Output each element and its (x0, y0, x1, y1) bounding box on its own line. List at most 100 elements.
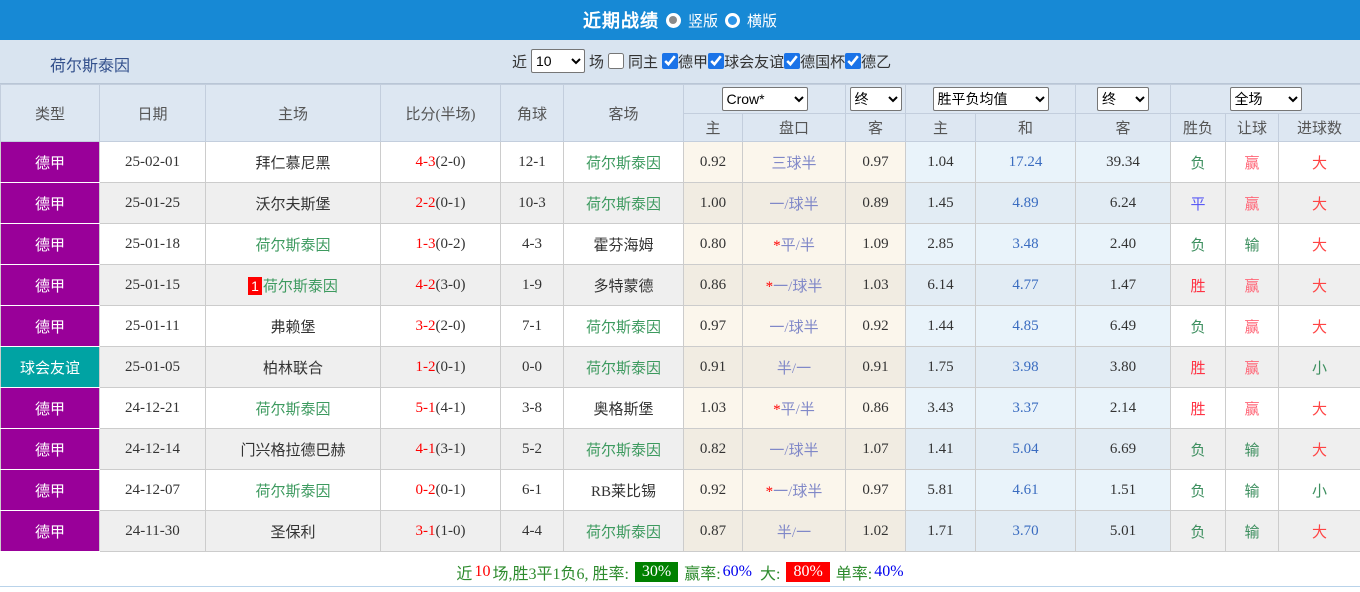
cell-date: 24-11-30 (99, 510, 206, 552)
cell-home-odds: 0.92 (683, 469, 743, 511)
handicap-value: 一/球半 (769, 319, 819, 336)
cell-avg-home: 6.14 (905, 264, 976, 306)
handicap-value: 半/一 (776, 524, 812, 541)
cell-score: 3-1(1-0) (380, 510, 501, 552)
cell-result: 胜 (1170, 264, 1226, 306)
half-time-score: (1-0) (435, 522, 466, 539)
cell-away-odds: 0.89 (845, 182, 906, 224)
cell-avg-home: 1.04 (905, 141, 976, 183)
away-team-name: 奥格斯堡 (593, 401, 654, 418)
cell-avg-draw: 17.24 (975, 141, 1076, 183)
cell-handicap-result: 输 (1225, 469, 1279, 511)
league-filter-group: 德甲 球会友谊 德国杯 德乙 (662, 51, 891, 72)
league-checkbox-1[interactable] (708, 53, 725, 69)
cell-goals-result: 大 (1277, 387, 1360, 429)
cell-avg-draw: 4.85 (975, 305, 1076, 347)
cell-handicap-result: 赢 (1225, 182, 1279, 224)
company-state-cell: 终 (845, 84, 906, 114)
full-time-score: 4-3 (415, 153, 436, 170)
title-bar: 近期战绩 竖版 横版 (0, 0, 1360, 40)
cell-home-odds: 0.86 (683, 264, 743, 306)
cell-away-odds: 1.02 (845, 510, 906, 552)
cell-handicap-result: 赢 (1225, 305, 1279, 347)
cell-league-type: 德甲 (0, 387, 100, 429)
table-row: 德甲 24-12-07 荷尔斯泰因 0-2(0-1) 6-1 RB莱比锡 0.92 *一/球半… (0, 469, 1360, 511)
win-rate-badge: 30% (634, 562, 679, 582)
header-away: 客场 (563, 84, 684, 142)
subheader-handicap: 盘口 (742, 113, 846, 142)
subheader-odds-home: 主 (683, 113, 743, 142)
cell-score: 0-2(0-1) (380, 469, 501, 511)
cell-handicap: 半/一 (742, 346, 846, 388)
cell-handicap: 一/球半 (742, 428, 846, 470)
cell-avg-draw: 4.77 (975, 264, 1076, 306)
full-time-score: 3-2 (415, 317, 436, 334)
same-home-checkbox[interactable] (608, 53, 625, 69)
subheader-goals: 进球数 (1277, 113, 1360, 142)
handicap-star: * (773, 237, 781, 254)
home-team-name: 门兴格拉德巴赫 (240, 442, 346, 459)
avg-type-select[interactable]: 胜平负均值 (932, 87, 1049, 111)
header-date: 日期 (99, 84, 206, 142)
cell-handicap: *平/半 (742, 223, 846, 265)
league-checkbox-3[interactable] (845, 53, 862, 69)
cell-avg-home: 1.45 (905, 182, 976, 224)
cell-score: 4-3(2-0) (380, 141, 501, 183)
cell-result: 负 (1170, 428, 1226, 470)
cell-date: 25-01-05 (99, 346, 206, 388)
cell-handicap: *一/球半 (742, 469, 846, 511)
full-time-score: 2-2 (415, 194, 436, 211)
cell-avg-home: 1.41 (905, 428, 976, 470)
radio-vertical-layout[interactable] (665, 12, 681, 28)
match-count-select[interactable]: 10 (531, 49, 586, 73)
handicap-value: 一/球半 (769, 196, 819, 213)
cell-result: 负 (1170, 141, 1226, 183)
cell-avg-away: 3.80 (1075, 346, 1171, 388)
cell-corners: 5-2 (500, 428, 564, 470)
cell-handicap: 半/一 (742, 510, 846, 552)
cell-handicap: 三球半 (742, 141, 846, 183)
home-team-name: 荷尔斯泰因 (262, 278, 338, 295)
half-time-score: (4-1) (435, 399, 466, 416)
subheader-avg-draw: 和 (975, 113, 1076, 142)
cell-avg-draw: 3.70 (975, 510, 1076, 552)
summary-text: 场,胜3平1负6, 胜率: (492, 566, 629, 583)
handicap-value: 平/半 (780, 401, 815, 418)
radio-horizontal-layout[interactable] (725, 12, 740, 28)
cell-date: 24-12-14 (99, 428, 206, 470)
cell-home-odds: 0.80 (683, 223, 743, 265)
subheader-handicap-result: 让球 (1225, 113, 1279, 142)
cell-goals-result: 小 (1277, 346, 1360, 388)
league-checkbox-label: 德乙 (861, 54, 892, 71)
handicap-value: 一/球半 (769, 442, 819, 459)
league-checkbox-0[interactable] (662, 53, 679, 69)
cell-goals-result: 小 (1277, 469, 1360, 511)
cell-goals-result: 大 (1277, 305, 1360, 347)
odds-company-select[interactable]: Crow* (721, 87, 808, 111)
cell-date: 25-01-11 (99, 305, 206, 347)
summary-count: 10 (474, 563, 491, 580)
cell-corners: 7-1 (500, 305, 564, 347)
company-select-cell: Crow* (683, 84, 846, 114)
team-name: 荷尔斯泰因 (50, 58, 131, 75)
cell-handicap: 一/球半 (742, 182, 846, 224)
cell-avg-away: 5.01 (1075, 510, 1171, 552)
cell-date: 24-12-21 (99, 387, 206, 429)
scope-select[interactable]: 全场 (1229, 87, 1302, 111)
avg-state-select[interactable]: 终 (1097, 87, 1149, 111)
rank-badge: 1 (248, 276, 262, 295)
cell-date: 25-01-15 (99, 264, 206, 306)
table-header: 类型 日期 主场 比分(半场) 角球 客场 Crow* 终 胜平负均值 终 全场… (0, 84, 1360, 142)
cell-goals-result: 大 (1277, 141, 1360, 183)
home-team-name: 弗赖堡 (270, 319, 316, 336)
radio-horizontal-label[interactable]: 横版 (747, 10, 777, 31)
half-time-score: (0-1) (435, 194, 466, 211)
league-checkbox-2[interactable] (784, 53, 801, 69)
home-team-name: 拜仁慕尼黑 (255, 155, 331, 172)
let-rate-label: 赢率: (684, 566, 721, 583)
odds-state-select[interactable]: 终 (849, 87, 902, 111)
cell-avg-draw: 3.37 (975, 387, 1076, 429)
half-time-score: (2-0) (435, 317, 466, 334)
radio-vertical-label[interactable]: 竖版 (688, 10, 718, 31)
cell-away-team: 荷尔斯泰因 (563, 428, 684, 470)
